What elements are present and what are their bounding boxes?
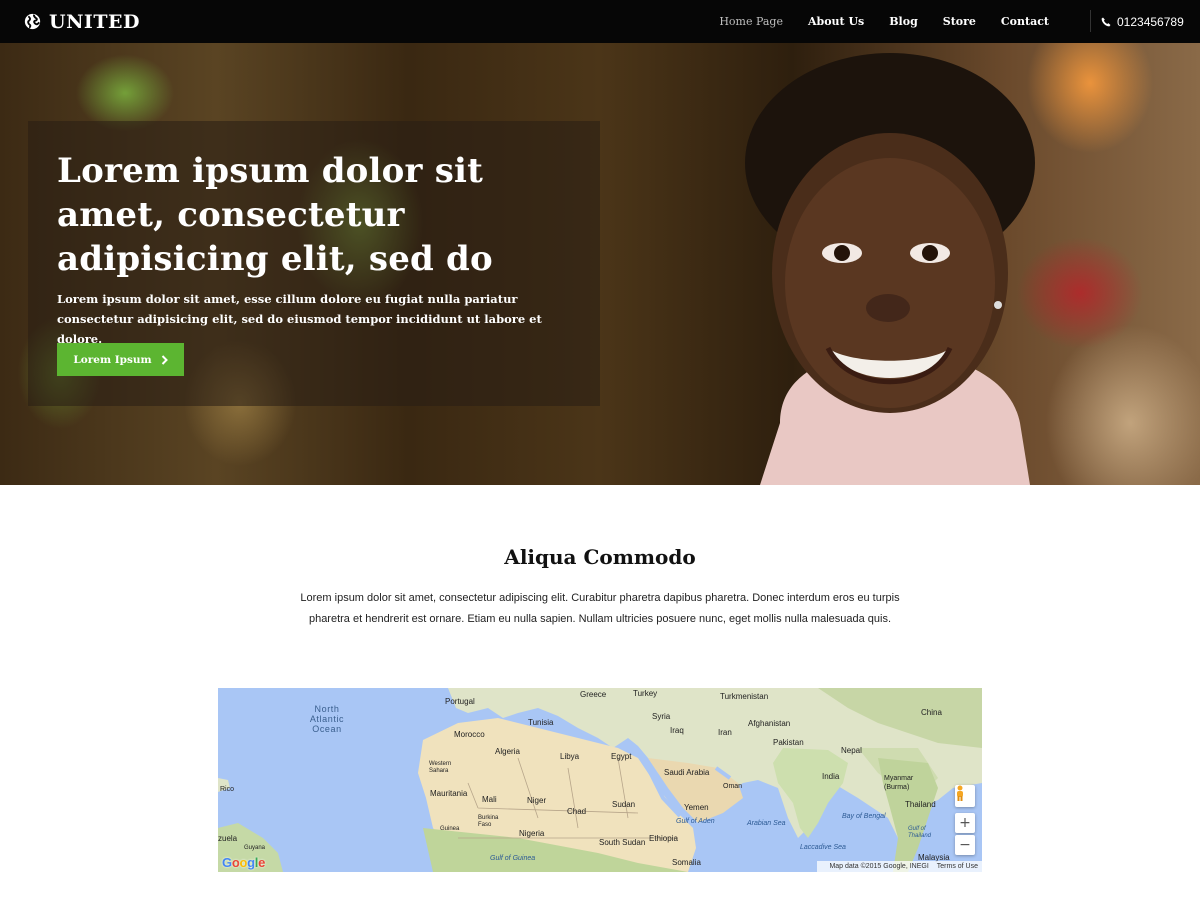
map-label-somalia: Somalia — [672, 858, 701, 867]
pegman-icon — [957, 785, 963, 801]
map-label-india: India — [822, 772, 840, 781]
main-nav: Home Page About Us Blog Store Contact — [694, 0, 1049, 43]
map-label-turkey: Turkey — [633, 689, 658, 698]
map-label-oman: Oman — [723, 783, 743, 790]
hero-banner: Lorem ipsum dolor sit amet, consectetur … — [0, 43, 1200, 485]
map-label-china: China — [921, 708, 942, 717]
hero-title: Lorem ipsum dolor sit amet, consectetur … — [57, 151, 493, 279]
map-label-iraq: Iraq — [670, 726, 684, 735]
nav-divider — [1090, 10, 1091, 32]
map-label-nigeria: Nigeria — [519, 829, 545, 838]
nav-item-store[interactable]: Store — [943, 15, 976, 28]
map-label-afghanistan: Afghanistan — [748, 719, 791, 728]
map-label-syria: Syria — [652, 712, 671, 721]
map-label-gulf-thailand: Gulf of Thailand — [908, 826, 932, 839]
map-label-myanmar: Myanmar (Burma) — [884, 775, 914, 791]
map-label-ethiopia: Ethiopia — [649, 834, 678, 843]
hero-overlay: Lorem ipsum dolor sit amet, consectetur … — [28, 121, 600, 406]
hero-subtitle: Lorem ipsum dolor sit amet, esse cillum … — [57, 292, 542, 346]
map-label-arabian-sea: Arabian Sea — [747, 820, 786, 827]
map-label-sudan: Sudan — [612, 800, 636, 809]
map-label-mali: Mali — [482, 795, 497, 804]
section-title: Aliqua Commodo — [504, 545, 696, 569]
map-label-algeria: Algeria — [495, 747, 520, 756]
map-label-greece: Greece — [580, 690, 607, 699]
nav-item-home[interactable]: Home Page — [719, 15, 783, 28]
map-label-libya: Libya — [560, 752, 580, 761]
nav-item-contact[interactable]: Contact — [1001, 15, 1049, 28]
nav-item-about[interactable]: About Us — [808, 15, 864, 28]
section-text: Lorem ipsum dolor sit amet, consectetur … — [300, 592, 900, 625]
map-label-turkmenistan: Turkmenistan — [720, 692, 769, 701]
map-label-chad: Chad — [567, 807, 587, 816]
brand-logo[interactable]: UNITED — [24, 0, 140, 43]
map-zoom-in-button[interactable]: + — [955, 813, 975, 833]
map-label-western-sahara: Western Sahara — [429, 761, 452, 774]
map-label-iran: Iran — [718, 728, 732, 737]
map-label-bay-bengal: Bay of Bengal — [842, 813, 886, 820]
navbar: UNITED Home Page About Us Blog Store Con… — [0, 0, 1200, 43]
globe-icon — [24, 13, 41, 30]
map-label-gulf-guinea: Gulf of Guinea — [490, 855, 536, 862]
map-attribution: Map data ©2015 Google, INEGI Terms of Us… — [817, 861, 982, 872]
map-label-yemen: Yemen — [684, 803, 709, 812]
map-label-south-sudan: South Sudan — [599, 838, 646, 847]
map-terms-link[interactable]: Terms of Use — [937, 863, 978, 870]
brand-name: UNITED — [49, 10, 140, 33]
map-label-guyana: Guyana — [244, 845, 266, 851]
hero-cta-button[interactable]: Lorem Ipsum — [57, 343, 184, 376]
map-label-morocco: Morocco — [454, 730, 485, 739]
google-logo[interactable]: Google — [222, 855, 265, 870]
map-zoom-out-button[interactable]: − — [955, 835, 975, 855]
map-label-niger: Niger — [527, 796, 547, 805]
map-label-burkina: Burkina Faso — [478, 815, 499, 828]
hero-photo-child — [745, 53, 1035, 485]
map-label-ocean: North Atlantic Ocean — [309, 704, 345, 734]
map-label-tunisia: Tunisia — [528, 718, 554, 727]
map-label-guinea: Guinea — [440, 826, 460, 832]
chevron-right-icon — [161, 354, 168, 365]
nav-item-blog[interactable]: Blog — [889, 15, 918, 28]
map-label-portugal: Portugal — [445, 697, 475, 706]
map-label-mauritania: Mauritania — [430, 789, 468, 798]
map-label-thailand: Thailand — [905, 800, 936, 809]
map-label-laccadive: Laccadive Sea — [800, 844, 846, 851]
map-label-gulf-aden: Gulf of Aden — [676, 818, 715, 825]
nav-phone[interactable]: 0123456789 — [1101, 0, 1184, 43]
map-label-pakistan: Pakistan — [773, 738, 804, 747]
map-label-egypt: Egypt — [611, 752, 632, 761]
embedded-map[interactable]: North Atlantic Ocean Portugal Greece Tur… — [218, 688, 982, 872]
phone-icon — [1101, 17, 1111, 26]
street-view-pegman[interactable] — [955, 785, 975, 807]
phone-number: 0123456789 — [1117, 14, 1184, 29]
map-label-saudi-arabia: Saudi Arabia — [664, 768, 710, 777]
map-label-rico: Rico — [220, 786, 235, 793]
map-label-nepal: Nepal — [841, 746, 862, 755]
map-label-zuela: zuela — [218, 834, 238, 843]
hero-cta-label: Lorem Ipsum — [73, 353, 152, 366]
map-attribution-text: Map data ©2015 Google, INEGI — [829, 863, 929, 870]
